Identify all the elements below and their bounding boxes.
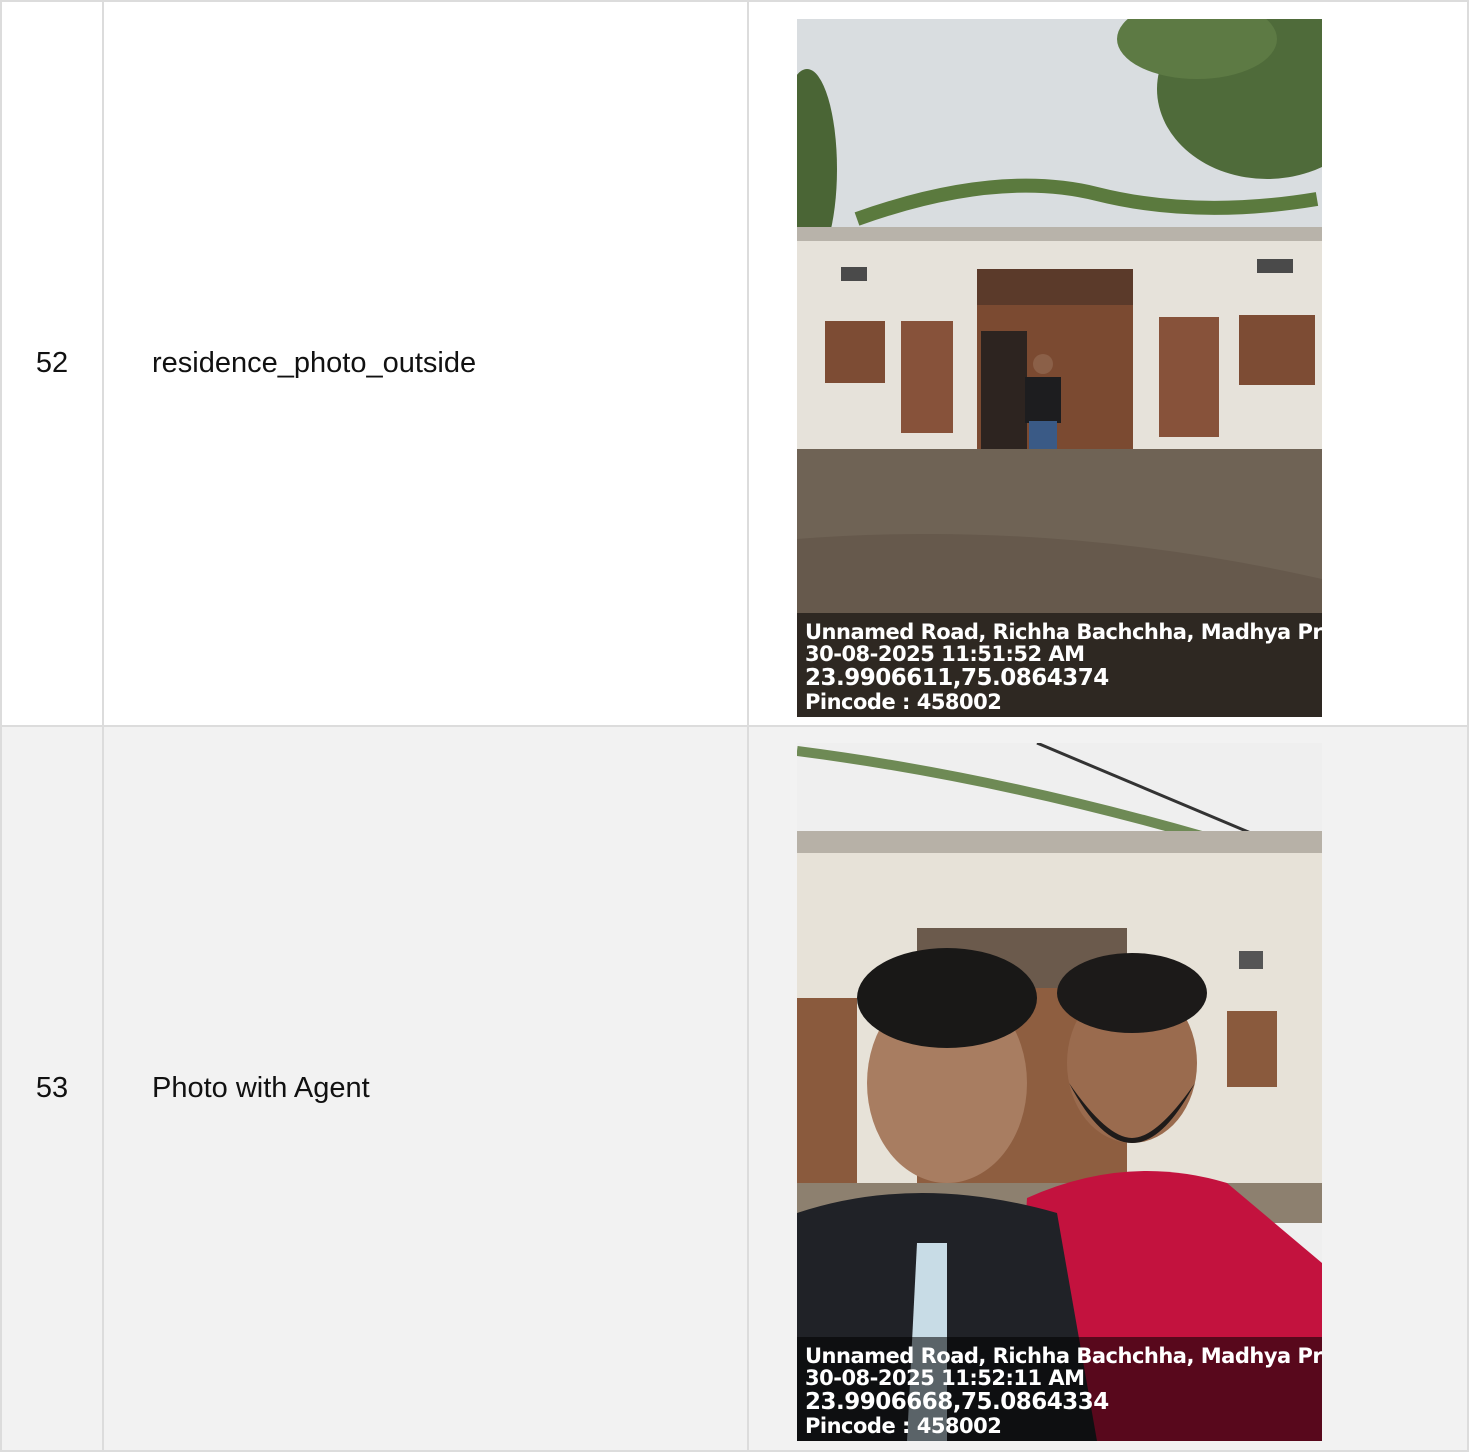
stamp-datetime: 30-08-2025 11:52:11 AM (805, 1366, 1085, 1390)
row-label: residence_photo_outside (102, 0, 749, 727)
stamp-datetime: 30-08-2025 11:51:52 AM (805, 642, 1085, 666)
stamp-address: Unnamed Road, Richha Bachchha, Madhya Pr… (805, 1344, 1322, 1368)
stamp-coordinates: 23.9906611,75.0864374 (805, 665, 1109, 691)
agent-selfie-photo: Unnamed Road, Richha Bachchha, Madhya Pr… (797, 743, 1322, 1441)
stamp-coordinates: 23.9906668,75.0864334 (805, 1389, 1109, 1415)
stamp-pincode: Pincode : 458002 (805, 690, 1002, 714)
row-label: Photo with Agent (102, 725, 749, 1452)
stamp-address: Unnamed Road, Richha Bachchha, Madhya Pr… (805, 620, 1322, 644)
geo-stamp: Unnamed Road, Richha Bachchha, Madhya Pr… (797, 1337, 1322, 1441)
photo-cell: Unnamed Road, Richha Bachchha, Madhya Pr… (747, 725, 1469, 1452)
row-number: 53 (0, 725, 104, 1452)
photo-cell: Unnamed Road, Richha Bachchha, Madhya Pr… (747, 0, 1469, 727)
geo-stamp: Unnamed Road, Richha Bachchha, Madhya Pr… (797, 613, 1322, 717)
table-row: 52 residence_photo_outside Unnamed Road,… (0, 0, 1469, 727)
residence-outside-photo: Unnamed Road, Richha Bachchha, Madhya Pr… (797, 19, 1322, 717)
row-number: 52 (0, 0, 104, 727)
document-table: 52 residence_photo_outside Unnamed Road,… (0, 0, 1469, 1452)
table-row: 53 Photo with Agent Unnamed Road, Richha… (0, 725, 1469, 1452)
stamp-pincode: Pincode : 458002 (805, 1414, 1002, 1438)
